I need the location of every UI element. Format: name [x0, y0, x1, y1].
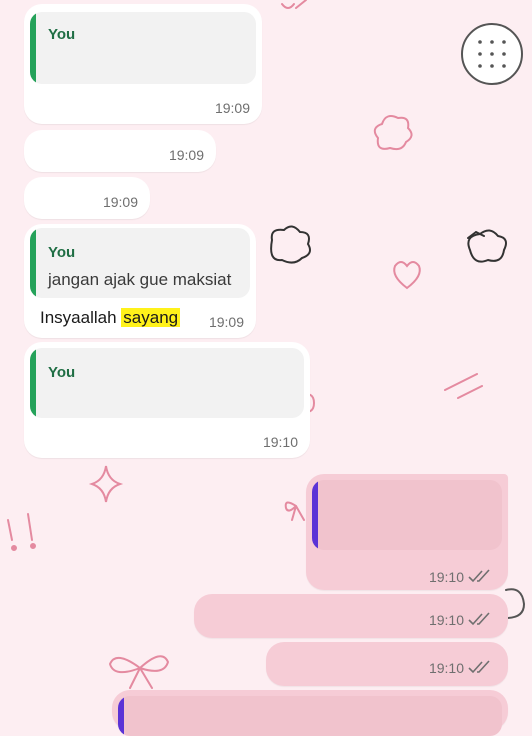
quote-bar — [30, 228, 36, 298]
reply-quote[interactable]: You — [30, 12, 256, 84]
quote-sender: You — [48, 364, 76, 381]
quote-sender: You — [48, 244, 76, 261]
incoming-message[interactable]: You 19:10 — [24, 342, 310, 458]
quote-bar — [30, 348, 36, 418]
quote-bar — [312, 480, 318, 550]
sparkle-icon — [88, 465, 124, 503]
incoming-message[interactable]: 19:09 — [24, 130, 216, 172]
reply-quote[interactable] — [312, 480, 502, 550]
cup-icon — [505, 588, 526, 619]
bow-icon — [284, 501, 305, 521]
message-time: 19:09 — [168, 147, 204, 163]
cookie-icon — [461, 23, 523, 85]
cloud-icon — [373, 115, 413, 151]
cloud-icon — [467, 229, 507, 263]
message-time: 19:10 — [428, 660, 464, 676]
reply-quote[interactable]: You — [30, 348, 304, 418]
cloud-icon — [270, 225, 311, 264]
outgoing-message[interactable]: 19:10 — [266, 642, 508, 686]
quote-bar — [118, 696, 124, 736]
message-time: 19:09 — [208, 314, 244, 330]
incoming-message[interactable]: You 19:09 — [24, 4, 262, 124]
incoming-message[interactable]: You jangan ajak gue maksiat Insyaallah s… — [24, 224, 256, 338]
heart-icon — [393, 261, 421, 290]
outgoing-message[interactable] — [112, 690, 508, 736]
quote-bar — [30, 12, 36, 84]
outgoing-message[interactable]: 19:10 — [194, 594, 508, 638]
incoming-message[interactable]: 19:09 — [24, 177, 150, 219]
message-time: 19:10 — [428, 569, 464, 585]
highlighted-word: sayang — [121, 308, 181, 327]
quote-text: jangan ajak gue maksiat — [48, 270, 232, 289]
reply-quote[interactable]: You jangan ajak gue maksiat — [30, 228, 250, 298]
read-receipt-icon — [468, 660, 490, 674]
outgoing-message[interactable]: 19:10 — [306, 474, 508, 590]
bow-icon — [108, 655, 170, 689]
message-time: 19:10 — [262, 434, 298, 450]
quote-sender: You — [48, 26, 76, 43]
reply-quote[interactable] — [118, 696, 502, 736]
message-text: Insyaallah sayang — [40, 308, 181, 328]
read-receipt-icon — [468, 569, 490, 583]
message-time: 19:09 — [214, 100, 250, 116]
read-receipt-icon — [468, 612, 490, 626]
message-time: 19:10 — [428, 612, 464, 628]
message-time: 19:09 — [102, 194, 138, 210]
message-text-plain: Insyaallah — [40, 308, 122, 327]
